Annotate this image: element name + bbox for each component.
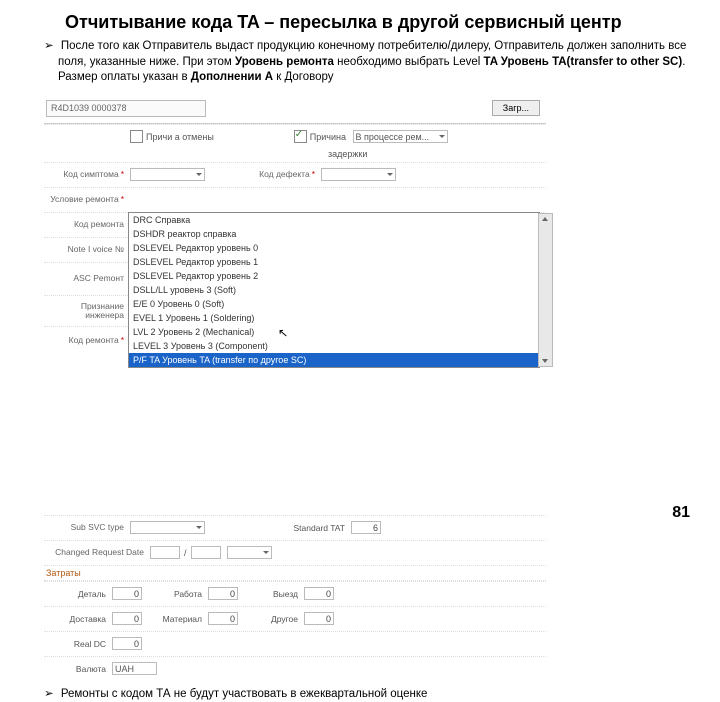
- search-button[interactable]: Загр...: [492, 100, 540, 116]
- row-cancel-reason: Причи а отмены Причина В процессе рем...: [44, 124, 546, 149]
- page-number: 81: [672, 504, 690, 522]
- dropdown-option[interactable]: DSLEVEL Редактор уровень 2: [129, 269, 539, 283]
- chevron-down-icon: [196, 173, 202, 176]
- currency-field[interactable]: UAH: [112, 662, 157, 675]
- dropdown-option[interactable]: DSHDR реактор справка: [129, 227, 539, 241]
- dropdown-option[interactable]: LEVEL 3 Уровень 3 (Component): [129, 339, 539, 353]
- date-1[interactable]: [150, 546, 180, 559]
- date-2[interactable]: [191, 546, 221, 559]
- dropdown-option[interactable]: E/E 0 Уровень 0 (Soft): [129, 297, 539, 311]
- dropdown-option[interactable]: DRC Справка: [129, 213, 539, 227]
- row-delay-sub: задержки: [44, 149, 546, 162]
- select-defect[interactable]: [321, 168, 396, 181]
- tat-value: 6: [351, 521, 381, 534]
- bullet-1: ➢ После того как Отправитель выдаст прод…: [44, 39, 690, 86]
- cost-material[interactable]: 0: [208, 612, 238, 625]
- chevron-down-icon: [196, 526, 202, 529]
- checkbox-cancel[interactable]: [130, 130, 143, 143]
- repair-level-dropdown[interactable]: DRC Справка DSHDR реактор справка DSLEVE…: [128, 212, 540, 368]
- select-progress[interactable]: В процессе рем...: [353, 130, 448, 143]
- bullet-arrow-icon: ➢: [44, 688, 54, 700]
- select-symptom[interactable]: [130, 168, 205, 181]
- cost-realdc[interactable]: 0: [112, 637, 142, 650]
- chevron-down-icon: [439, 135, 445, 138]
- row-currency: Валюта UAH: [44, 656, 546, 681]
- label-cancel: Причи а отмены: [146, 132, 214, 142]
- cost-delivery[interactable]: 0: [112, 612, 142, 625]
- row-subsvc: Sub SVC type Standard TAT 6: [44, 515, 546, 540]
- dropdown-option-selected[interactable]: P/F TA Уровень TA (transfer по другое SC…: [129, 353, 539, 367]
- row-costs-2: Доставка 0 Материал 0 Другое 0: [44, 606, 546, 631]
- label-delay-1: Причина: [310, 132, 346, 142]
- scrollbar[interactable]: [538, 213, 553, 367]
- row-symptom: Код симптома* Код дефекта*: [44, 162, 546, 187]
- app-screenshot: R4D1039 0000378 Загр... Причи а отмены П…: [44, 96, 546, 681]
- search-bar: R4D1039 0000378 Загр...: [44, 96, 546, 124]
- dropdown-option[interactable]: DSLEVEL Редактор уровень 0: [129, 241, 539, 255]
- chevron-down-icon: [387, 173, 393, 176]
- chevron-down-icon: [263, 551, 269, 554]
- mouse-cursor-icon: ↖: [277, 326, 288, 341]
- checkbox-delay[interactable]: [294, 130, 307, 143]
- page-title: Отчитывание кода TA – пересылка в другой…: [65, 12, 690, 33]
- bullet-arrow-icon: ➢: [44, 40, 54, 52]
- dropdown-option[interactable]: LVL 2 Уровень 2 (Mechanical): [129, 325, 539, 339]
- bullet-2: ➢ Ремонты с кодом ТА не будут участвоват…: [44, 687, 690, 702]
- select-subsvc[interactable]: [130, 521, 205, 534]
- cost-other[interactable]: 0: [304, 612, 334, 625]
- cost-visit[interactable]: 0: [304, 587, 334, 600]
- cost-work[interactable]: 0: [208, 587, 238, 600]
- label-delay-2: задержки: [328, 149, 367, 159]
- cost-detail[interactable]: 0: [112, 587, 142, 600]
- dropdown-option[interactable]: EVEL 1 Уровень 1 (Soldering): [129, 311, 539, 325]
- costs-header: Затраты: [44, 565, 546, 580]
- row-cond: Условие ремонта*: [44, 187, 546, 212]
- row-changed-date: Changed Request Date /: [44, 540, 546, 565]
- date-sel[interactable]: [227, 546, 272, 559]
- row-costs-1: Деталь 0 Работа 0 Выезд 0: [44, 581, 546, 606]
- dropdown-option[interactable]: DSLEVEL Редактор уровень 1: [129, 255, 539, 269]
- label-tat: Standard TAT: [265, 523, 351, 533]
- search-input[interactable]: R4D1039 0000378: [46, 100, 206, 117]
- row-costs-3: Real DC 0: [44, 631, 546, 656]
- dropdown-option[interactable]: DSLL/LL уровень 3 (Soft): [129, 283, 539, 297]
